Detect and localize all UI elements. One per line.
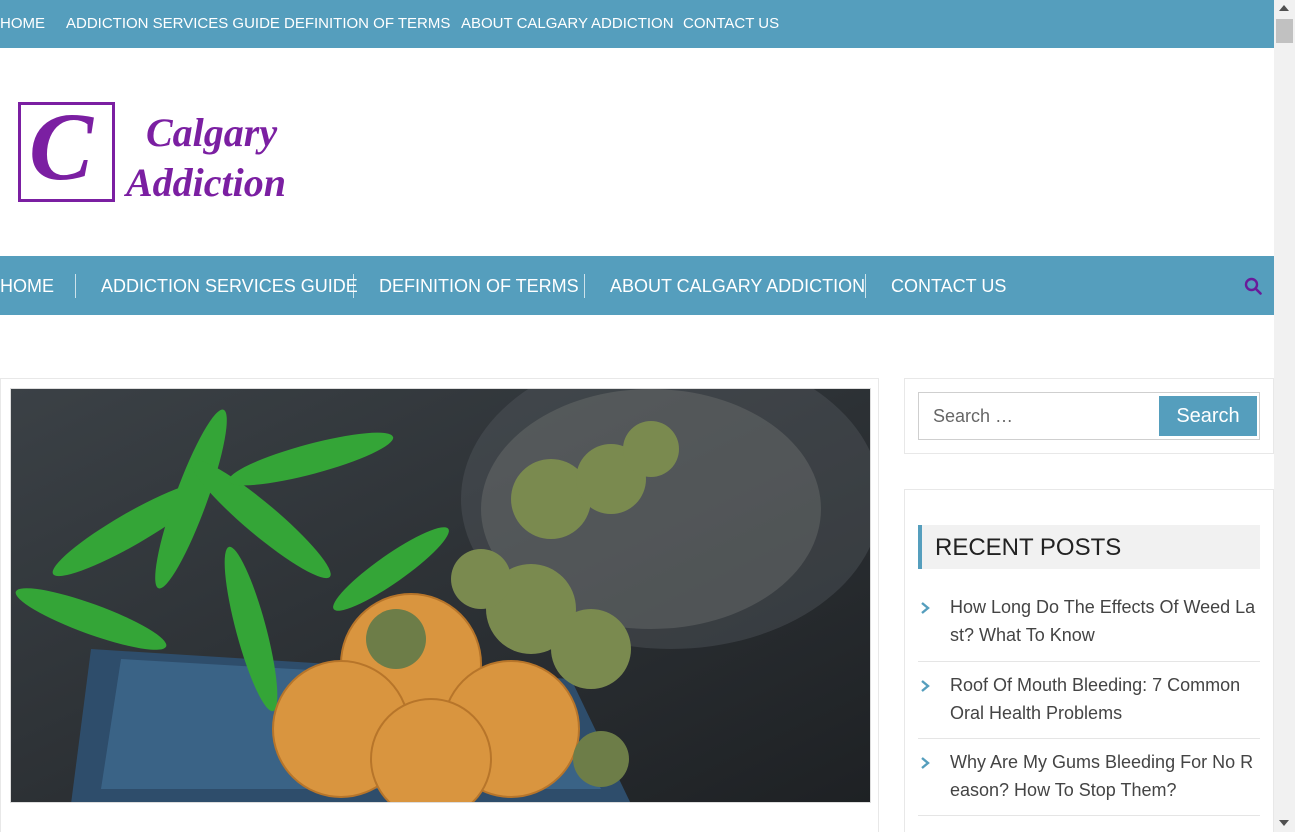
logo-letter: C bbox=[29, 93, 94, 200]
nav-separator bbox=[584, 274, 585, 298]
list-item[interactable]: Roof Of Mouth Bleeding: 7 Common Oral He… bbox=[918, 671, 1260, 739]
main-nav-definition-of-terms[interactable]: DEFINITION OF TERMS bbox=[379, 276, 579, 297]
logo-wordmark: Calgary Addiction bbox=[126, 108, 286, 208]
vertical-scrollbar[interactable] bbox=[1274, 0, 1295, 832]
list-item[interactable]: Why Are My Gums Bleeding For No Reason? … bbox=[918, 748, 1260, 816]
scroll-up-arrow-icon[interactable] bbox=[1279, 5, 1289, 11]
nav-separator bbox=[865, 274, 866, 298]
site-logo[interactable]: C Calgary Addiction bbox=[18, 93, 318, 208]
nav-separator bbox=[353, 274, 354, 298]
main-nav-addiction-services-guide[interactable]: ADDICTION SERVICES GUIDE bbox=[101, 276, 358, 297]
top-nav-bar: HOME ADDICTION SERVICES GUIDE DEFINITION… bbox=[0, 0, 1274, 48]
top-nav-addiction-services-guide[interactable]: ADDICTION SERVICES GUIDE bbox=[66, 15, 280, 32]
main-nav-contact-us[interactable]: CONTACT US bbox=[891, 276, 1006, 297]
recent-post-link[interactable]: Why Are My Gums Bleeding For No Reason? … bbox=[950, 748, 1256, 804]
widget-title: RECENT POSTS bbox=[918, 525, 1260, 569]
top-nav-about-calgary-addiction[interactable]: ABOUT CALGARY ADDICTION bbox=[461, 15, 674, 32]
chevron-right-icon bbox=[921, 602, 930, 614]
main-nav-home[interactable]: HOME bbox=[0, 276, 54, 297]
featured-image[interactable] bbox=[10, 388, 871, 803]
search-placeholder: Search … bbox=[933, 406, 1014, 426]
search-button[interactable]: Search bbox=[1159, 396, 1257, 436]
chevron-right-icon bbox=[921, 680, 930, 692]
featured-image-graphic bbox=[11, 389, 870, 802]
scroll-down-arrow-icon[interactable] bbox=[1279, 820, 1289, 826]
recent-posts-widget: RECENT POSTS How Long Do The Effects Of … bbox=[904, 489, 1274, 832]
recent-posts-title: RECENT POSTS bbox=[935, 534, 1122, 561]
main-nav-about-calgary-addiction[interactable]: ABOUT CALGARY ADDICTION bbox=[610, 276, 865, 297]
top-nav-home[interactable]: HOME bbox=[0, 15, 45, 32]
logo-mark: C bbox=[18, 93, 115, 202]
logo-line-2: Addiction bbox=[126, 160, 287, 205]
search-input[interactable]: Search … Search bbox=[918, 392, 1260, 440]
search-widget: Search … Search bbox=[904, 378, 1274, 454]
search-icon[interactable] bbox=[1244, 277, 1262, 295]
top-nav-definition-of-terms[interactable]: DEFINITION OF TERMS bbox=[284, 15, 450, 32]
recent-post-link[interactable]: Roof Of Mouth Bleeding: 7 Common Oral He… bbox=[950, 671, 1256, 727]
logo-line-1: Calgary bbox=[146, 110, 278, 155]
nav-separator bbox=[75, 274, 76, 298]
scrollbar-thumb[interactable] bbox=[1276, 19, 1293, 43]
main-content bbox=[0, 378, 879, 832]
main-nav-bar: HOME ADDICTION SERVICES GUIDE DEFINITION… bbox=[0, 256, 1274, 315]
list-item[interactable]: How Long Do The Effects Of Weed Last? Wh… bbox=[918, 593, 1260, 662]
chevron-right-icon bbox=[921, 757, 930, 769]
recent-post-link[interactable]: How Long Do The Effects Of Weed Last? Wh… bbox=[950, 593, 1256, 649]
top-nav-contact-us[interactable]: CONTACT US bbox=[683, 15, 779, 32]
